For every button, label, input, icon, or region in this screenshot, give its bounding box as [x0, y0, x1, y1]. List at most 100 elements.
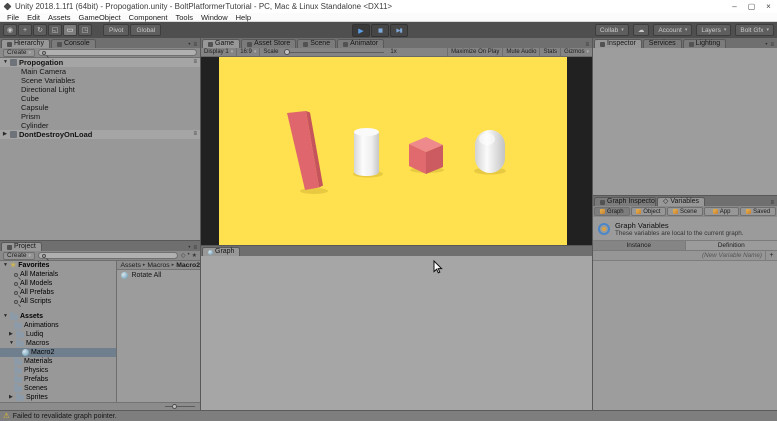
folder-prefabs[interactable]: Prefabs — [0, 375, 116, 384]
scope-app-button[interactable]: App — [704, 207, 740, 216]
menu-item-component[interactable]: Component — [125, 13, 172, 22]
assets-root[interactable]: ▼ Assets — [0, 312, 116, 321]
search-by-type-icon[interactable]: ◇ — [181, 252, 186, 259]
transform-tool-button[interactable]: ◳ — [78, 24, 92, 36]
tab-project[interactable]: Project — [1, 242, 42, 251]
expand-open-icon[interactable]: ▼ — [3, 261, 8, 270]
expand-closed-icon[interactable]: ▶ — [9, 393, 14, 402]
folder-scenes[interactable]: Scenes — [0, 384, 116, 393]
hierarchy-create-button[interactable]: Create ▾ — [3, 49, 35, 57]
collab-button[interactable]: Collab ▾ — [595, 24, 629, 36]
layout-button[interactable]: Bolt Gfx ▾ — [735, 24, 774, 36]
expand-closed-icon[interactable]: ▶ — [3, 130, 8, 139]
scope-object-button[interactable]: Object — [631, 207, 667, 216]
mute-audio-button[interactable]: Mute Audio — [502, 48, 539, 57]
display-dropdown[interactable]: Display 1 ▾ — [201, 48, 237, 57]
hierarchy-item-main-camera[interactable]: Main Camera — [0, 67, 200, 76]
scene-menu-icon[interactable]: ≡ — [193, 58, 200, 67]
scene-header-row[interactable]: ▼ Propogation ≡ — [0, 58, 200, 67]
account-button[interactable]: Account ▾ — [653, 24, 692, 36]
favorites-root[interactable]: ▼ ★ Favorites — [0, 261, 116, 270]
expand-open-icon[interactable]: ▼ — [3, 312, 8, 321]
folder-physics[interactable]: Physics — [0, 366, 116, 375]
rect-tool-button[interactable]: ▭ — [63, 24, 77, 36]
dontdestroyonload-row[interactable]: ▶ DontDestroyOnLoad ≡ — [0, 130, 200, 139]
status-bar[interactable]: ⚠ Failed to revalidate graph pointer. — [0, 410, 777, 421]
expand-open-icon[interactable]: ▼ — [9, 339, 14, 348]
menu-item-help[interactable]: Help — [232, 13, 255, 22]
tab-lighting[interactable]: Lighting — [683, 39, 727, 48]
menu-item-tools[interactable]: Tools — [171, 13, 197, 22]
favorite-all-scripts[interactable]: All Scripts — [0, 297, 116, 306]
instance-tab[interactable]: Instance — [593, 241, 686, 250]
tab-hierarchy[interactable]: Hierarchy — [1, 39, 50, 48]
hierarchy-item-capsule[interactable]: Capsule — [0, 103, 200, 112]
scale-slider[interactable] — [284, 52, 384, 53]
hierarchy-item-scene-variables[interactable]: Scene Variables — [0, 76, 200, 85]
tab-services[interactable]: Services — [643, 39, 682, 48]
stats-button[interactable]: Stats — [539, 48, 560, 57]
menu-item-gameobject[interactable]: GameObject — [75, 13, 125, 22]
favorite-all-prefabs[interactable]: All Prefabs — [0, 288, 116, 297]
menu-item-file[interactable]: File — [3, 13, 23, 22]
folder-ludiq[interactable]: ▶Ludiq — [0, 330, 116, 339]
scope-graph-button[interactable]: Graph — [594, 207, 630, 216]
scale-tool-button[interactable]: ◱ — [48, 24, 62, 36]
breadcrumb-assets[interactable]: Assets — [120, 262, 140, 269]
global-toggle-button[interactable]: Global — [130, 24, 161, 36]
new-variable-input[interactable]: (New Variable Name) — [702, 252, 765, 259]
menu-item-assets[interactable]: Assets — [44, 13, 75, 22]
tab-console[interactable]: Console — [51, 39, 96, 48]
favorite-all-materials[interactable]: All Materials — [0, 270, 116, 279]
pivot-toggle-button[interactable]: Pivot — [103, 24, 129, 36]
favorite-all-models[interactable]: All Models — [0, 279, 116, 288]
hierarchy-item-cube[interactable]: Cube — [0, 94, 200, 103]
menu-item-edit[interactable]: Edit — [23, 13, 44, 22]
gizmos-dropdown[interactable]: Gizmos ▾ — [560, 48, 592, 57]
play-button[interactable]: ▶ — [352, 24, 370, 37]
minimize-button[interactable]: – — [726, 0, 743, 13]
folder-sprites[interactable]: ▶Sprites — [0, 393, 116, 402]
definition-tab[interactable]: Definition — [686, 241, 777, 250]
aspect-ratio-dropdown[interactable]: 16:9 ▾ — [237, 48, 260, 57]
tab-graph[interactable]: Graph — [202, 247, 240, 256]
expand-open-icon[interactable]: ▼ — [3, 58, 8, 67]
folder-macros[interactable]: ▼Macros — [0, 339, 116, 348]
slider-knob[interactable] — [172, 404, 177, 409]
hierarchy-item-cylinder[interactable]: Cylinder — [0, 121, 200, 130]
scope-scene-button[interactable]: Scene — [667, 207, 703, 216]
scope-saved-button[interactable]: Saved — [740, 207, 776, 216]
tab-inspector[interactable]: Inspector — [594, 39, 642, 48]
tab-graph-inspector[interactable]: Graph Inspector — [594, 197, 656, 206]
tab-variables[interactable]: ◇ Variables — [657, 197, 705, 206]
thumbnail-size-slider[interactable] — [165, 406, 195, 407]
menu-item-window[interactable]: Window — [197, 13, 232, 22]
scene-menu-icon[interactable]: ≡ — [193, 130, 200, 139]
breadcrumb-macros[interactable]: Macros — [147, 262, 169, 269]
asset-rotate-all[interactable]: Rotate All — [117, 270, 200, 279]
hand-tool-button[interactable]: ◉ — [3, 24, 17, 36]
breadcrumb-macro2[interactable]: Macro2 — [176, 262, 200, 269]
save-search-icon[interactable]: ★ — [192, 252, 197, 259]
pause-button[interactable]: ▮▮ — [371, 24, 389, 37]
close-button[interactable]: × — [760, 0, 777, 13]
rotate-tool-button[interactable]: ↻ — [33, 24, 47, 36]
move-tool-button[interactable]: + — [18, 24, 32, 36]
hierarchy-search-input[interactable]: ▾ — [38, 49, 197, 56]
asset-macro2-selected[interactable]: Macro2 — [0, 348, 116, 357]
hierarchy-item-prism[interactable]: Prism — [0, 112, 200, 121]
layers-button[interactable]: Layers ▾ — [696, 24, 731, 36]
cloud-button[interactable]: ☁ — [633, 24, 650, 36]
search-by-label-icon[interactable]: • — [188, 252, 190, 259]
hierarchy-item-directional-light[interactable]: Directional Light — [0, 85, 200, 94]
project-create-button[interactable]: Create ▾ — [3, 252, 35, 260]
expand-closed-icon[interactable]: ▶ — [9, 330, 14, 339]
folder-materials[interactable]: Materials — [0, 357, 116, 366]
slider-knob[interactable] — [284, 49, 290, 55]
graph-canvas[interactable] — [201, 256, 592, 410]
folder-animations[interactable]: Animations — [0, 321, 116, 330]
maximize-on-play-button[interactable]: Maximize On Play — [447, 48, 502, 57]
add-variable-button[interactable]: + — [765, 251, 777, 261]
maximize-button[interactable]: ▢ — [743, 0, 760, 13]
game-viewport[interactable] — [219, 57, 567, 245]
